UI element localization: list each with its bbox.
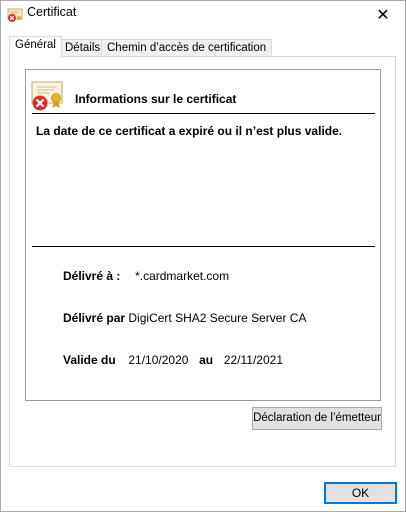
validity-row: Valide du 21/10/2020 au 22/11/2021 [63, 353, 283, 367]
certificate-info-box: Informations sur le certificat La date d… [25, 69, 381, 401]
status-message: La date de ce certificat a expiré ou il … [36, 124, 343, 138]
issued-to-row: Délivré à : *.cardmarket.com [63, 269, 229, 283]
certificate-dialog: Certificat ✕ Général Détails Chemin d’ac… [0, 0, 406, 512]
valid-to-value: 22/11/2021 [223, 353, 283, 367]
valid-from-label: Valide du [63, 353, 116, 367]
issuer-statement-button[interactable]: Déclaration de l’émetteur [252, 407, 382, 430]
valid-to-label: au [199, 353, 214, 367]
tab-general[interactable]: Général [9, 36, 62, 58]
close-button[interactable]: ✕ [361, 1, 405, 28]
issued-to-label: Délivré à : [63, 269, 121, 283]
general-tab-panel: Informations sur le certificat La date d… [9, 56, 396, 467]
window-title: Certificat [27, 5, 77, 19]
valid-from-value: 21/10/2020 [128, 353, 189, 367]
ok-button[interactable]: OK [324, 482, 397, 504]
certificate-expired-icon [31, 81, 63, 111]
close-icon: ✕ [376, 6, 390, 24]
divider [32, 113, 375, 114]
issued-by-row: Délivré par DigiCert SHA2 Secure Server … [63, 311, 306, 325]
section-title: Informations sur le certificat [75, 92, 237, 106]
title-bar: Certificat ✕ [1, 1, 405, 28]
issued-by-value: DigiCert SHA2 Secure Server CA [128, 311, 307, 325]
certificate-error-icon [7, 8, 23, 22]
divider [32, 246, 375, 247]
issued-by-label: Délivré par [63, 311, 126, 325]
issued-to-value: *.cardmarket.com [135, 269, 230, 283]
